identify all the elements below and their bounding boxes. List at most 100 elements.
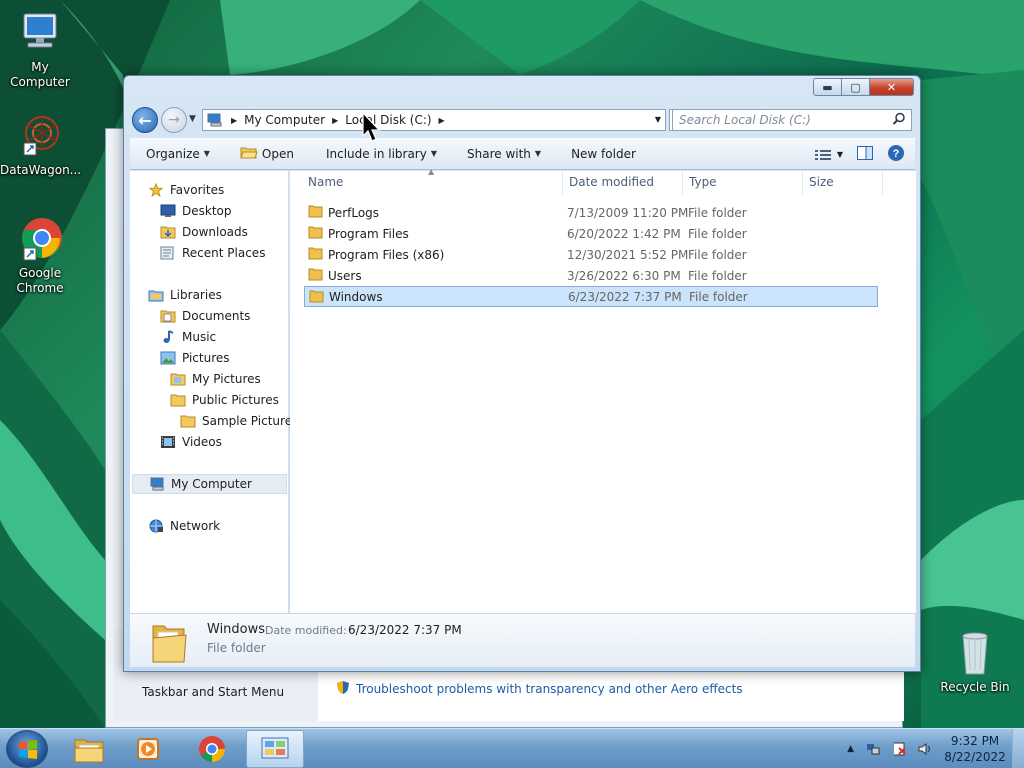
nav-label: Recent Places — [182, 246, 266, 260]
file-row[interactable]: Users 3/26/2022 6:30 PM File folder — [304, 265, 878, 286]
view-controls: ▼ ? — [814, 144, 905, 165]
column-header-date-modified[interactable]: Date modified — [563, 171, 683, 195]
help-button[interactable]: ? — [887, 144, 905, 165]
start-button[interactable] — [6, 730, 48, 768]
nav-downloads[interactable]: Downloads — [160, 222, 248, 242]
file-type: File folder — [689, 289, 748, 304]
details-type: File folder — [207, 641, 266, 655]
minimize-button[interactable]: ▬ — [813, 78, 842, 96]
address-bar[interactable]: ▶ My Computer ▶ Local Disk (C:) ▶ ▼ — [202, 109, 666, 131]
desktop-icon-recycle-bin[interactable]: Recycle Bin — [935, 630, 1015, 695]
nav-label: My Computer — [171, 477, 252, 491]
taskbar-and-start-menu-link[interactable]: Taskbar and Start Menu — [142, 685, 284, 699]
system-tray: ▲ 9:32 PM 8/22/2022 — [847, 729, 1024, 768]
recent-places-icon — [160, 246, 174, 260]
mouse-cursor-icon — [362, 112, 381, 142]
chrome-icon — [16, 216, 64, 264]
new-folder-label: New folder — [571, 146, 636, 161]
volume-icon[interactable] — [918, 742, 932, 756]
taskbar-control-panel-button[interactable] — [246, 730, 304, 768]
address-dropdown-icon[interactable]: ▼ — [655, 115, 661, 124]
taskbar-chrome-button[interactable] — [183, 730, 241, 768]
nav-documents[interactable]: Documents — [160, 306, 250, 326]
nav-desktop[interactable]: Desktop — [160, 201, 232, 221]
breadcrumb-my-computer[interactable]: My Computer — [244, 113, 325, 127]
desktop-icon-label: Google Chrome — [16, 266, 64, 295]
change-view-button[interactable]: ▼ — [814, 149, 843, 161]
nav-pictures[interactable]: Pictures — [160, 348, 230, 368]
search-icon[interactable] — [892, 112, 906, 126]
file-row[interactable]: Program Files (x86) 12/30/2021 5:52 PM F… — [304, 244, 878, 265]
command-bar: Organize ▼ Open Include in library ▼ Share… — [130, 138, 915, 170]
network-tray-icon[interactable] — [866, 742, 880, 756]
nav-label: Pictures — [182, 351, 230, 365]
clock[interactable]: 9:32 PM 8/22/2022 — [938, 733, 1012, 765]
file-name: Program Files (x86) — [328, 247, 445, 262]
dropdown-arrow-icon: ▼ — [836, 150, 843, 159]
taskbar-media-player-button[interactable] — [120, 730, 178, 768]
breadcrumb-separator-icon[interactable]: ▶ — [231, 116, 237, 125]
maximize-icon: ▢ — [850, 80, 861, 94]
svg-text:?: ? — [893, 148, 900, 160]
nav-label: Music — [182, 330, 217, 344]
explorer-window: ▬ ▢ ✕ ← → ▼ ▶ My Computer ▶ Local Disk (… — [123, 75, 921, 672]
desktop-icon — [160, 204, 176, 217]
nav-libraries[interactable]: Libraries — [148, 285, 222, 305]
nav-label: Sample Pictures — [202, 414, 299, 428]
taskbar-explorer-button[interactable] — [60, 730, 118, 768]
column-header-name[interactable]: Name ▲ — [302, 167, 563, 195]
breadcrumb-local-disk[interactable]: Local Disk (C:) — [345, 113, 431, 127]
network-icon — [149, 519, 163, 533]
nav-network[interactable]: Network — [148, 516, 220, 536]
clock-date: 8/22/2022 — [944, 750, 1006, 764]
recent-pages-dropdown[interactable]: ▼ — [189, 114, 196, 124]
column-header-size[interactable]: Size — [803, 171, 883, 195]
close-button[interactable]: ✕ — [870, 78, 914, 96]
organize-button[interactable]: Organize ▼ — [136, 138, 220, 170]
column-header-type[interactable]: Type — [683, 171, 803, 195]
breadcrumb-separator-icon[interactable]: ▶ — [439, 116, 445, 125]
column-header-label: Date modified — [569, 175, 655, 189]
nav-videos[interactable]: Videos — [160, 432, 222, 452]
file-name: Windows — [329, 289, 383, 304]
nav-my-pictures[interactable]: My Pictures — [170, 369, 261, 389]
file-row[interactable]: Program Files 6/20/2022 1:42 PM File fol… — [304, 223, 878, 244]
nav-my-computer[interactable]: My Computer — [132, 474, 287, 494]
maximize-button[interactable]: ▢ — [842, 78, 870, 96]
breadcrumb-separator-icon[interactable]: ▶ — [332, 116, 338, 125]
desktop-icon-my-computer[interactable]: My Computer — [0, 10, 80, 90]
navigation-pane: Favorites Desktop Downloads Recent Place… — [130, 171, 298, 613]
taskbar: ▲ 9:32 PM 8/22/2022 — [0, 728, 1024, 768]
nav-recent-places[interactable]: Recent Places — [160, 243, 265, 263]
nav-label: My Pictures — [192, 372, 261, 386]
file-row[interactable]: PerfLogs 7/13/2009 11:20 PM File folder — [304, 202, 878, 223]
open-button[interactable]: Open — [230, 138, 304, 170]
show-desktop-button[interactable] — [1012, 729, 1024, 768]
search-box[interactable]: Search Local Disk (C:) — [672, 109, 912, 131]
show-hidden-icons-button[interactable]: ▲ — [847, 744, 854, 754]
file-name: PerfLogs — [328, 205, 380, 220]
nav-public-pictures[interactable]: Public Pictures — [170, 390, 279, 410]
nav-music[interactable]: Music — [160, 327, 216, 347]
back-button[interactable]: ← — [132, 107, 158, 133]
nav-favorites[interactable]: Favorites — [148, 180, 224, 200]
desktop-icon-google-chrome[interactable]: Google Chrome — [0, 216, 80, 296]
desktop-icon-datawagon[interactable]: DataWagon... — [0, 113, 81, 178]
preview-pane-button[interactable] — [857, 146, 873, 163]
address-row: ← → ▼ ▶ My Computer ▶ Local Disk (C:) ▶ … — [132, 106, 914, 134]
dropdown-arrow-icon: ▼ — [430, 149, 437, 158]
forward-button[interactable]: → — [161, 107, 187, 133]
share-with-button[interactable]: Share with ▼ — [457, 138, 551, 170]
action-center-icon[interactable] — [892, 742, 906, 756]
folder-icon — [170, 373, 186, 386]
nav-sample-pictures[interactable]: Sample Pictures — [180, 411, 298, 431]
file-row-selected[interactable]: Windows 6/23/2022 7:37 PM File folder — [304, 286, 878, 307]
nav-label: Desktop — [182, 204, 232, 218]
troubleshoot-aero-link[interactable]: Troubleshoot problems with transparency … — [336, 680, 743, 698]
explorer-folder-icon — [74, 739, 104, 763]
windows-logo-icon — [19, 740, 37, 759]
new-folder-button[interactable]: New folder — [561, 138, 646, 170]
datawagon-icon — [16, 113, 64, 161]
folder-icon — [308, 226, 323, 239]
folder-icon — [308, 205, 323, 218]
